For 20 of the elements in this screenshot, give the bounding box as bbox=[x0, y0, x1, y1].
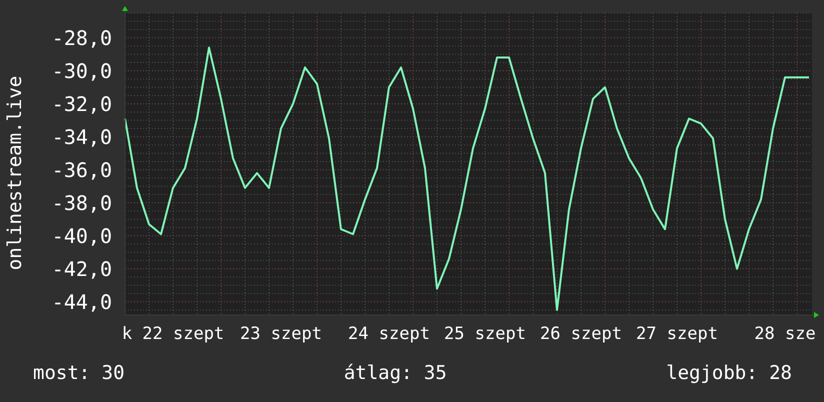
x-tick-label: 28 sze bbox=[754, 324, 816, 344]
y-tick-label: -36,0 bbox=[52, 158, 112, 182]
axis-title: onlinestream.live bbox=[4, 75, 26, 270]
y-tick-label: -30,0 bbox=[52, 58, 112, 83]
legend-stat: legjobb: 28 bbox=[666, 362, 792, 384]
y-tick-label: -40,0 bbox=[52, 224, 112, 248]
x-tick-label: 27 szept bbox=[636, 324, 718, 344]
legend-stat: átlag: 35 bbox=[344, 362, 447, 384]
y-tick-label: -38,0 bbox=[52, 190, 112, 215]
y-tick-label: -44,0 bbox=[52, 290, 112, 314]
x-tick-label: k 22 szept bbox=[122, 324, 224, 344]
y-tick-label: -34,0 bbox=[52, 124, 112, 149]
y-tick-label: -32,0 bbox=[52, 92, 112, 116]
x-tick-label: 24 szept bbox=[348, 324, 430, 344]
y-tick-label: -42,0 bbox=[52, 256, 112, 281]
legend-stat: most: 30 bbox=[33, 362, 125, 384]
x-tick-label: 23 szept bbox=[240, 324, 322, 344]
x-tick-label: 26 szept bbox=[540, 324, 622, 344]
y-tick-label: -28,0 bbox=[52, 26, 112, 50]
x-tick-label: 25 szept bbox=[444, 324, 526, 344]
